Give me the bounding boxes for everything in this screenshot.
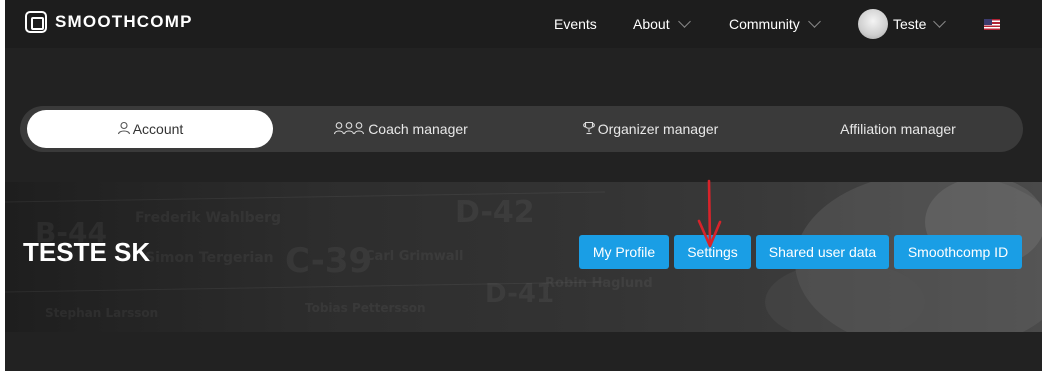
chevron-down-icon xyxy=(677,15,691,28)
svg-text:Simon Tergerian: Simon Tergerian xyxy=(145,250,274,266)
avatar xyxy=(858,9,888,39)
brand-name: SMOOTHCOMP xyxy=(55,12,193,31)
nav-community-label: Community xyxy=(729,16,800,32)
logo-icon xyxy=(25,11,47,33)
page-body xyxy=(5,332,1042,371)
svg-text:D-42: D-42 xyxy=(455,195,535,230)
tab-coach-manager-label: Coach manager xyxy=(368,121,468,137)
user-name: Teste xyxy=(893,16,927,32)
tab-affiliation-manager-label: Affiliation manager xyxy=(840,121,956,137)
user-menu[interactable]: Teste xyxy=(858,0,947,48)
brand-logo[interactable]: SMOOTHCOMP xyxy=(25,11,193,33)
settings-button[interactable]: Settings xyxy=(674,235,751,269)
svg-text:Carl Grimwall: Carl Grimwall xyxy=(365,249,463,264)
tab-affiliation-manager[interactable]: Affiliation manager xyxy=(776,110,1020,148)
profile-hero: B-44 Frederik Wahlberg Simon Tergerian C… xyxy=(5,182,1042,332)
top-navbar: SMOOTHCOMP Events About Community Teste xyxy=(5,0,1042,48)
tab-account-label: Account xyxy=(132,121,184,137)
trophy-icon xyxy=(582,121,596,138)
users-group-icon xyxy=(334,121,366,138)
tab-coach-manager[interactable]: Coach manager xyxy=(278,110,524,148)
manager-tabs: Account Coach manager Organizer manager xyxy=(20,106,1023,152)
chevron-down-icon xyxy=(807,15,821,28)
smoothcomp-id-button[interactable]: Smoothcomp ID xyxy=(894,235,1022,269)
chevron-down-icon xyxy=(933,15,947,28)
user-icon xyxy=(117,121,131,138)
shared-user-data-button[interactable]: Shared user data xyxy=(756,235,889,269)
nav-about[interactable]: About xyxy=(633,0,691,48)
nav-community[interactable]: Community xyxy=(729,0,821,48)
tab-organizer-manager[interactable]: Organizer manager xyxy=(527,110,773,148)
page-frame: SMOOTHCOMP Events About Community Teste xyxy=(5,0,1042,371)
svg-text:Tobias Pettersson: Tobias Pettersson xyxy=(305,301,426,315)
us-flag-icon xyxy=(984,18,1000,30)
nav-events[interactable]: Events xyxy=(554,0,597,48)
svg-text:Stephan Larsson: Stephan Larsson xyxy=(45,306,158,320)
my-profile-button[interactable]: My Profile xyxy=(579,235,669,269)
svg-text:Frederik Wahlberg: Frederik Wahlberg xyxy=(135,210,281,226)
tab-organizer-manager-label: Organizer manager xyxy=(597,121,719,137)
svg-text:C-39: C-39 xyxy=(285,241,372,281)
profile-name: TESTE SK xyxy=(23,237,151,267)
nav-events-label: Events xyxy=(554,16,597,32)
tab-account[interactable]: Account xyxy=(27,110,273,148)
nav-about-label: About xyxy=(633,16,670,32)
svg-text:Robin Haglund: Robin Haglund xyxy=(545,276,653,291)
language-selector[interactable] xyxy=(984,0,1000,48)
